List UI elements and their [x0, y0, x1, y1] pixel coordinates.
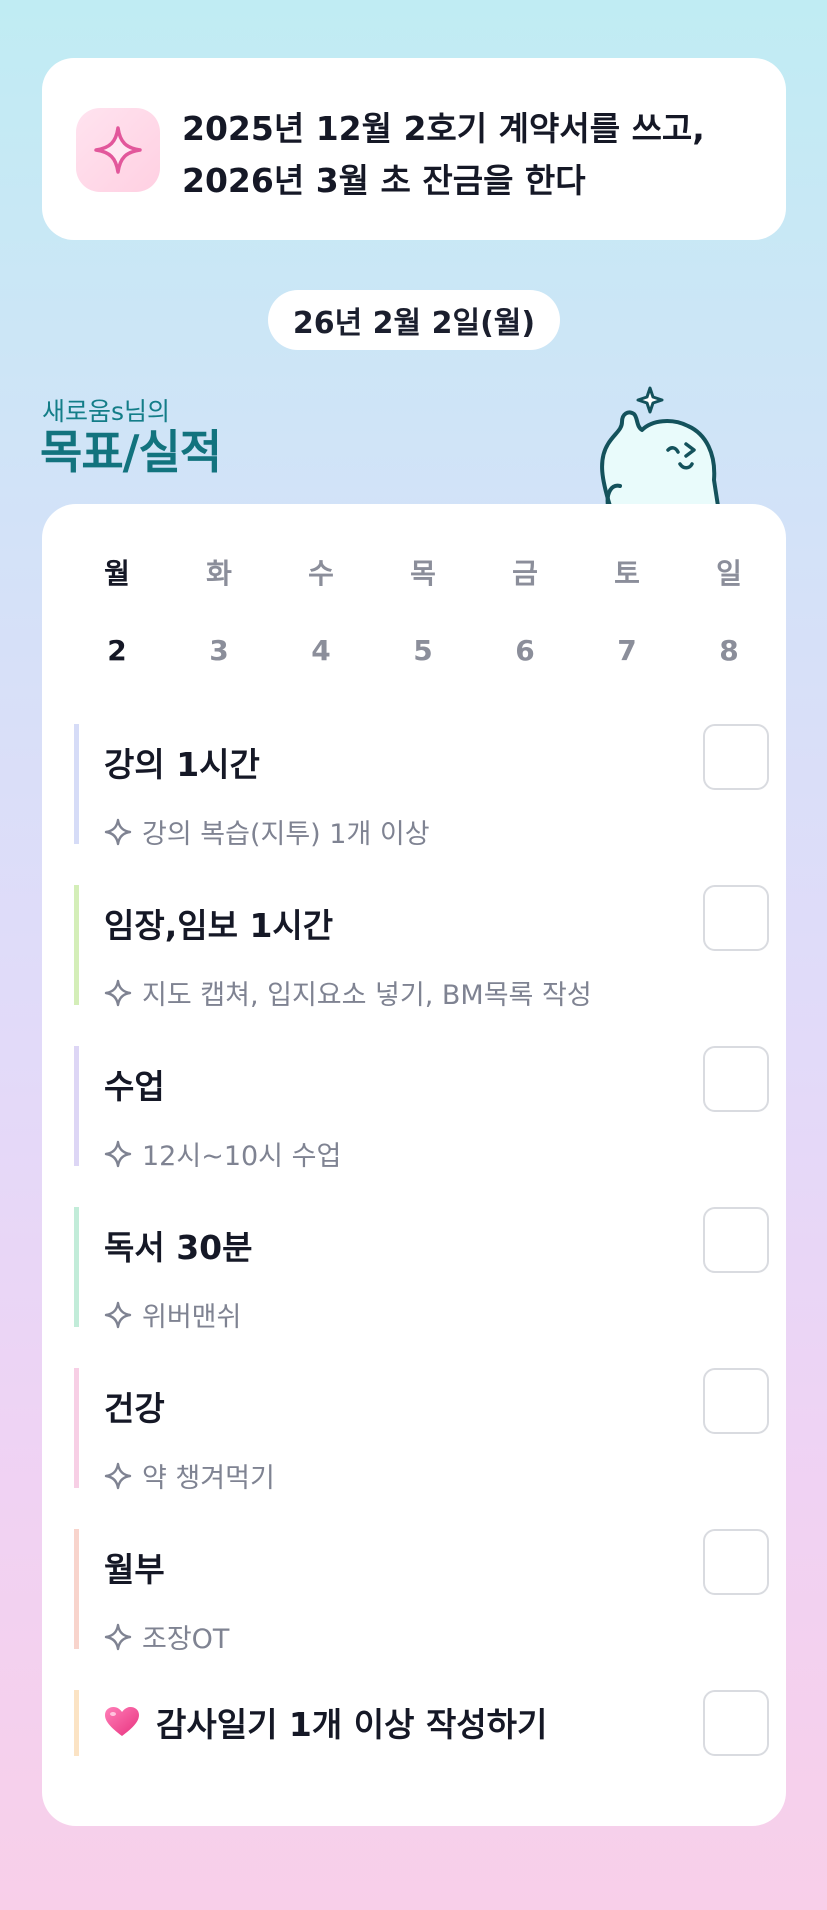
- task-subtitle: 조장OT: [104, 1617, 229, 1656]
- week-selector: 월 화 수 목 금 토 일 2 3 4 5 6 7 8: [66, 552, 780, 667]
- owner-title: 목표/실적: [40, 425, 222, 479]
- task-subtitle-text: 지도 캡쳐, 입지요소 넣기, BM목록 작성: [142, 980, 592, 1011]
- task-item: 건강 약 챙겨먹기: [74, 1368, 769, 1494]
- weekday-mon[interactable]: 월: [66, 552, 168, 592]
- task-item: 수업 12시~10시 수업: [74, 1046, 769, 1172]
- task-subtitle-text: 위버맨쉬: [142, 1302, 242, 1333]
- task-item: 월부 조장OT: [74, 1529, 769, 1655]
- heart-icon: [105, 1707, 139, 1736]
- weekday-sat[interactable]: 토: [576, 552, 678, 592]
- sparkle-outline-icon: [104, 979, 132, 1006]
- task-subtitle: 강의 복습(지투) 1개 이상: [104, 812, 430, 851]
- gratitude-title: 감사일기 1개 이상 작성하기: [156, 1705, 548, 1744]
- weekday-row: 월 화 수 목 금 토 일: [66, 552, 780, 592]
- weekday-thu[interactable]: 목: [372, 552, 474, 592]
- gratitude-task: 감사일기 1개 이상 작성하기: [74, 1690, 769, 1756]
- goal-text: 2025년 12월 2호기 계약서를 쓰고, 2026년 3월 초 잔금을 한다: [182, 103, 766, 207]
- task-title: 임장,임보 1시간: [104, 906, 334, 945]
- date-fri[interactable]: 6: [474, 634, 576, 667]
- sparkle-outline-icon: [104, 1462, 132, 1489]
- sparkle-outline-icon: [104, 1623, 132, 1650]
- task-title: 건강: [104, 1389, 165, 1428]
- task-item: 강의 1시간 강의 복습(지투) 1개 이상: [74, 724, 769, 850]
- date-sat[interactable]: 7: [576, 634, 678, 667]
- goal-line-2: 2026년 3월 초 잔금을 한다: [182, 161, 586, 200]
- task-checkbox[interactable]: [703, 724, 769, 790]
- date-wed[interactable]: 4: [270, 634, 372, 667]
- date-sun[interactable]: 8: [678, 634, 780, 667]
- task-subtitle-text: 12시~10시 수업: [142, 1141, 342, 1172]
- task-checkbox[interactable]: [703, 885, 769, 951]
- weekday-wed[interactable]: 수: [270, 552, 372, 592]
- task-subtitle: 지도 캡쳐, 입지요소 넣기, BM목록 작성: [104, 973, 592, 1012]
- goal-card: 2025년 12월 2호기 계약서를 쓰고, 2026년 3월 초 잔금을 한다: [42, 58, 786, 240]
- task-checkbox[interactable]: [703, 1529, 769, 1595]
- weekly-tasks-card: 월 화 수 목 금 토 일 2 3 4 5 6 7 8 강의 1시간 강의 복습…: [42, 504, 786, 1826]
- task-checkbox[interactable]: [703, 1368, 769, 1434]
- weekday-fri[interactable]: 금: [474, 552, 576, 592]
- task-checkbox[interactable]: [703, 1207, 769, 1273]
- task-item: 독서 30분 위버맨쉬: [74, 1207, 769, 1333]
- task-subtitle: 위버맨쉬: [104, 1295, 241, 1334]
- gratitude-row: 감사일기 1개 이상 작성하기: [104, 1698, 547, 1746]
- sparkle-outline-icon: [104, 1301, 132, 1328]
- sparkle-icon: [76, 108, 160, 192]
- task-title: 수업: [104, 1067, 165, 1106]
- task-subtitle: 약 챙겨먹기: [104, 1456, 275, 1495]
- sparkle-outline-icon: [104, 818, 132, 845]
- gratitude-checkbox[interactable]: [703, 1690, 769, 1756]
- task-item: 임장,임보 1시간 지도 캡쳐, 입지요소 넣기, BM목록 작성: [74, 885, 769, 1011]
- mascot-illustration: [600, 386, 720, 506]
- task-subtitle-text: 조장OT: [142, 1624, 230, 1655]
- weekday-sun[interactable]: 일: [678, 552, 780, 592]
- date-thu[interactable]: 5: [372, 634, 474, 667]
- task-title: 월부: [104, 1550, 165, 1589]
- task-subtitle: 12시~10시 수업: [104, 1134, 341, 1173]
- date-mon[interactable]: 2: [66, 634, 168, 667]
- task-subtitle-text: 강의 복습(지투) 1개 이상: [142, 819, 430, 850]
- task-checkbox[interactable]: [703, 1046, 769, 1112]
- weekday-tue[interactable]: 화: [168, 552, 270, 592]
- date-pill[interactable]: 26년 2월 2일(월): [268, 290, 560, 350]
- task-title: 강의 1시간: [104, 745, 260, 784]
- task-subtitle-text: 약 챙겨먹기: [142, 1463, 275, 1494]
- task-title: 독서 30분: [104, 1228, 253, 1267]
- sparkle-outline-icon: [104, 1140, 132, 1167]
- goal-line-1: 2025년 12월 2호기 계약서를 쓰고,: [182, 109, 705, 148]
- date-row: 2 3 4 5 6 7 8: [66, 634, 780, 667]
- date-tue[interactable]: 3: [168, 634, 270, 667]
